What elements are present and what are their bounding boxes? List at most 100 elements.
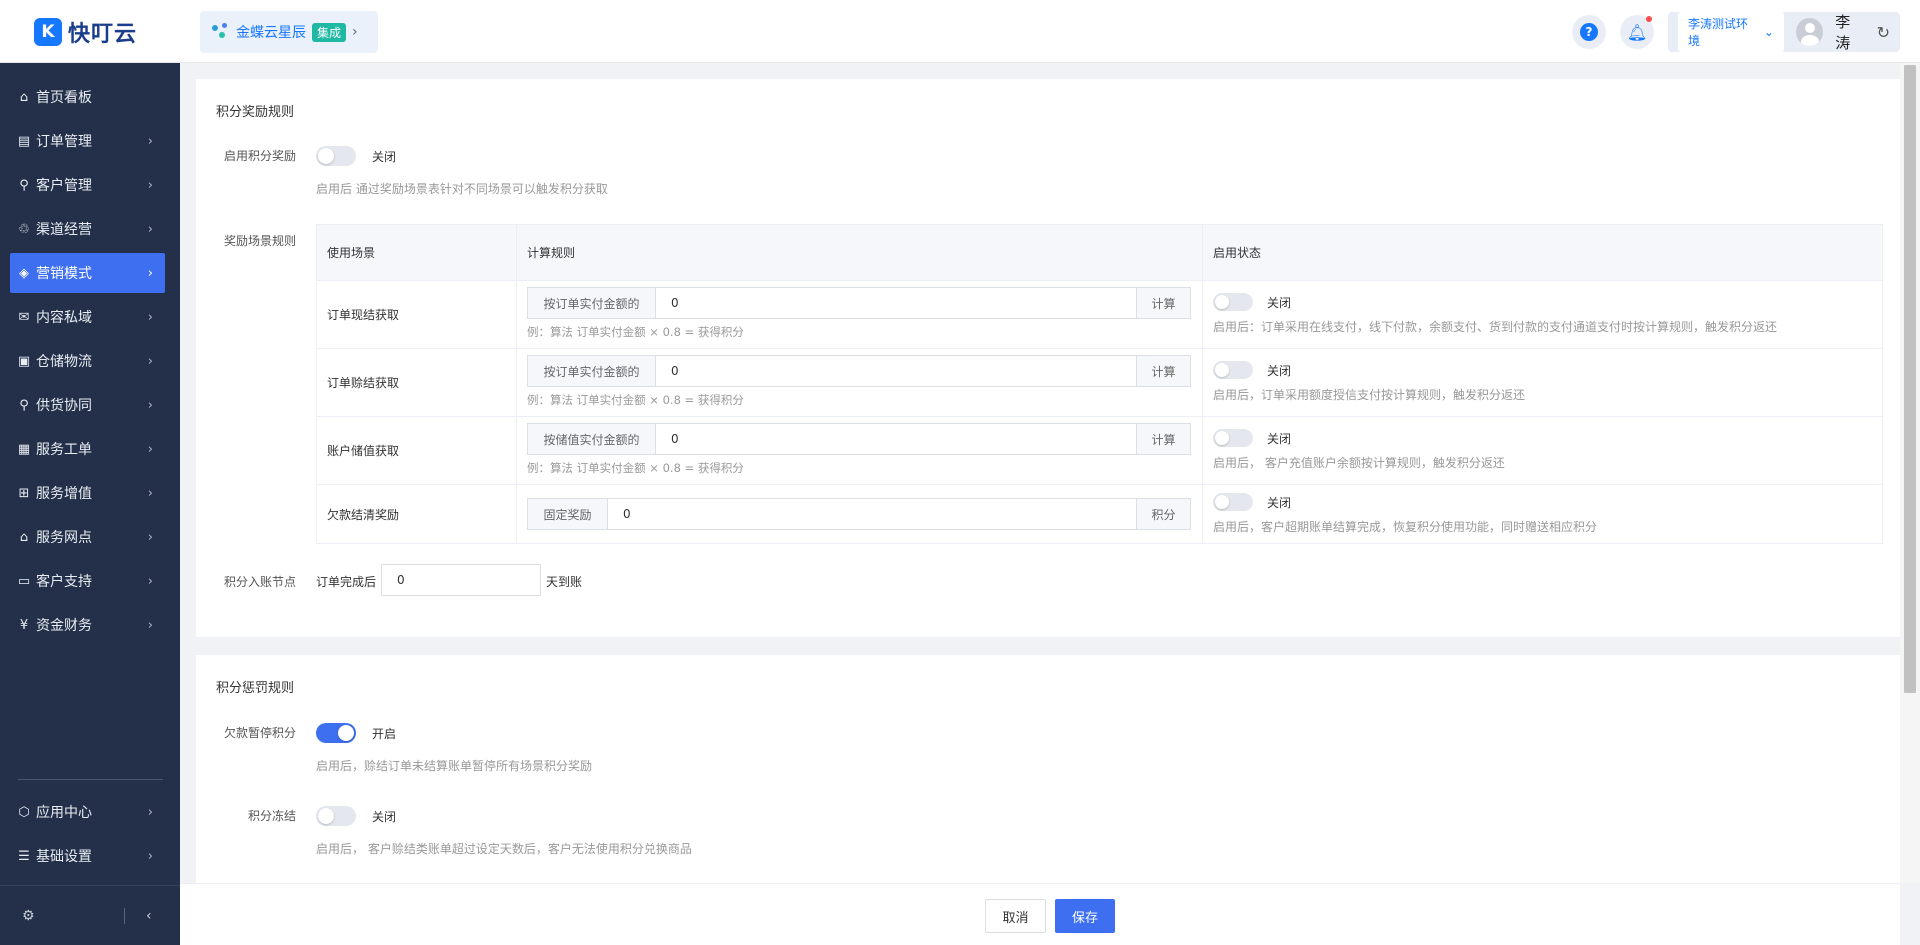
box-icon: ▣ [17,353,31,369]
debt-pause-label: 欠款暂停积分 [223,726,296,740]
table-header: 使用场景 计算规则 启用状态 [317,225,1882,281]
rule-value-input[interactable]: 0 [656,356,1136,386]
avatar[interactable] [1795,18,1824,46]
scene-name: 欠款结清奖励 [317,485,517,543]
refresh-icon[interactable]: ↻ [1877,23,1890,42]
app-badge: 集成 [312,22,347,42]
user-name[interactable]: 李涛 [1835,11,1864,53]
column-header: 计算规则 [517,225,1203,280]
help-button[interactable]: ? [1572,15,1606,49]
sidebar-item-app-center[interactable]: ⬡ 应用中心 › [10,792,165,832]
sidebar-item-settings[interactable]: ☰ 基础设置 › [10,836,165,876]
chevron-right-icon: › [147,265,153,281]
enable-reward-label: 启用积分奖励 [223,149,296,163]
status-switch[interactable] [1213,429,1253,447]
sidebar-item-label: 服务网点 [36,530,92,546]
status-switch[interactable] [1213,361,1253,379]
sidebar-item-service-points[interactable]: ⌂ 服务网点 › [10,517,165,557]
top-bar: K 快叮云 金蝶云星辰 集成 › ? 🔔︎ 李涛测试环境 ⌄ 李涛 ↻ [0,0,1920,63]
save-button[interactable]: 保存 [1055,899,1115,933]
scene-rules-table: 使用场景 计算规则 启用状态 订单现结获取 按订单实付金额的 0 计算 例：算法… [316,224,1883,544]
freeze-switch[interactable] [316,806,356,826]
debt-pause-switch[interactable] [316,723,356,743]
sidebar-item-supply[interactable]: ⚲ 供货协同 › [10,385,165,425]
freeze-state: 关闭 [372,810,397,824]
scene-rules-label: 奖励场景规则 [223,234,296,248]
sidebar-item-customers[interactable]: ⚲ 客户管理 › [10,165,165,205]
sidebar-item-support[interactable]: ▭ 客户支持 › [10,561,165,601]
sidebar-item-dashboard[interactable]: ⌂ 首页看板 [10,77,165,117]
sidebar-item-value-added[interactable]: ⊞ 服务增值 › [10,473,165,513]
sidebar-item-label: 渠道经营 [36,222,92,238]
chevron-right-icon: › [147,177,153,193]
scene-name: 订单现结获取 [317,281,517,348]
sidebar-item-service-tickets[interactable]: ▦ 服务工单 › [10,429,165,469]
collapse-icon[interactable]: ‹ [146,908,152,924]
rule-prefix: 按订单实付金额的 [528,288,656,318]
rule-cell: 按订单实付金额的 0 计算 例：算法 订单实付金额 × 0.8 = 获得积分 [517,281,1203,348]
sidebar-item-label: 供货协同 [36,398,92,414]
mail-icon: ✉ [18,309,30,325]
sidebar-item-finance[interactable]: ¥ 资金财务 › [10,605,165,645]
sidebar-item-label: 内容私域 [36,310,92,326]
logo-mark-icon: K [34,18,62,46]
rule-value-input[interactable]: 0 [656,424,1136,454]
cube-icon: ⬡ [18,804,30,820]
rule-suffix: 计算 [1136,424,1190,454]
status-state: 关闭 [1267,296,1292,310]
app-switcher[interactable]: 金蝶云星辰 集成 › [200,11,378,53]
chevron-right-icon: › [147,309,153,325]
action-bar: 取消 保存 [180,883,1900,945]
notification-button[interactable]: 🔔︎ [1620,15,1654,49]
status-switch[interactable] [1213,293,1253,311]
sidebar-item-channels[interactable]: ♲ 渠道经营 › [10,209,165,249]
sidebar-item-label: 资金财务 [36,618,92,634]
chevron-down-icon: ⌄ [1763,25,1774,39]
chevron-right-icon: › [147,485,153,501]
entry-prefix: 订单完成后 [316,575,377,589]
status-description: 启用后，订单采用额度授信支付按计算规则，触发积分返还 [1213,388,1526,402]
gear-icon[interactable]: ⚙ [22,908,35,924]
rule-suffix: 计算 [1136,356,1190,386]
status-description: 启用后：订单采用在线支付，线下付款，余额支付、货到付款的支付通道支付时按计算规则… [1213,320,1778,334]
chevron-right-icon: › [147,848,153,864]
status-cell: 关闭 启用后，订单采用额度授信支付按计算规则，触发积分返还 [1203,349,1882,416]
scene-name: 订单赊结获取 [317,349,517,416]
entry-suffix: 天到账 [546,575,583,589]
chevron-right-icon: › [147,573,153,589]
chevron-right-icon: › [147,353,153,369]
sidebar-item-marketing[interactable]: ◈ 营销模式 › [10,253,165,293]
enable-reward-switch[interactable] [316,146,356,166]
sidebar: ⌂ 首页看板 ▤ 订单管理 › ⚲ 客户管理 › ♲ 渠道经营 › ◈ 营销模式… [0,63,180,945]
scrollbar-thumb[interactable] [1904,65,1916,693]
environment-select[interactable]: 李涛测试环境 ⌄ [1678,12,1784,52]
entry-days-input[interactable]: 0 [381,564,541,596]
sidebar-footer: ⚙ ‹ [0,885,180,945]
channel-icon: ♲ [18,221,30,237]
rule-input-group: 按订单实付金额的 0 计算 [527,287,1191,319]
freeze-label: 积分冻结 [247,809,296,823]
chevron-right-icon: › [352,24,358,40]
rule-value-input[interactable]: 0 [608,499,1136,529]
sidebar-item-warehouse[interactable]: ▣ 仓储物流 › [10,341,165,381]
sidebar-item-orders[interactable]: ▤ 订单管理 › [10,121,165,161]
rule-cell: 固定奖励 0 积分 [517,485,1203,543]
main-content: 积分奖励规则 启用积分奖励 关闭 启用后 通过奖励场景表针对不同场景可以触发积分… [180,63,1900,883]
table-row: 订单现结获取 按订单实付金额的 0 计算 例：算法 订单实付金额 × 0.8 =… [317,281,1882,349]
cancel-button[interactable]: 取消 [985,899,1046,933]
status-state: 关闭 [1267,432,1292,446]
table-row: 订单赊结获取 按订单实付金额的 0 计算 例：算法 订单实付金额 × 0.8 =… [317,349,1882,417]
sidebar-item-label: 应用中心 [36,805,92,821]
reward-rules-card: 积分奖励规则 启用积分奖励 关闭 启用后 通过奖励场景表针对不同场景可以触发积分… [196,79,1900,637]
vertical-scrollbar[interactable] [1900,63,1920,883]
logo[interactable]: K 快叮云 [34,16,137,48]
sidebar-item-content[interactable]: ✉ 内容私域 › [10,297,165,337]
status-switch[interactable] [1213,493,1253,511]
app-name: 金蝶云星辰 [236,25,306,41]
rule-value-input[interactable]: 0 [656,288,1136,318]
sidebar-item-label: 基础设置 [36,849,92,865]
user-panel: 李涛测试环境 ⌄ 李涛 ↻ [1668,12,1900,52]
rule-example: 例：算法 订单实付金额 × 0.8 = 获得积分 [527,325,744,339]
user-icon: ⚲ [19,177,29,193]
debt-pause-help: 启用后，赊结订单未结算账单暂停所有场景积分奖励 [316,759,593,773]
